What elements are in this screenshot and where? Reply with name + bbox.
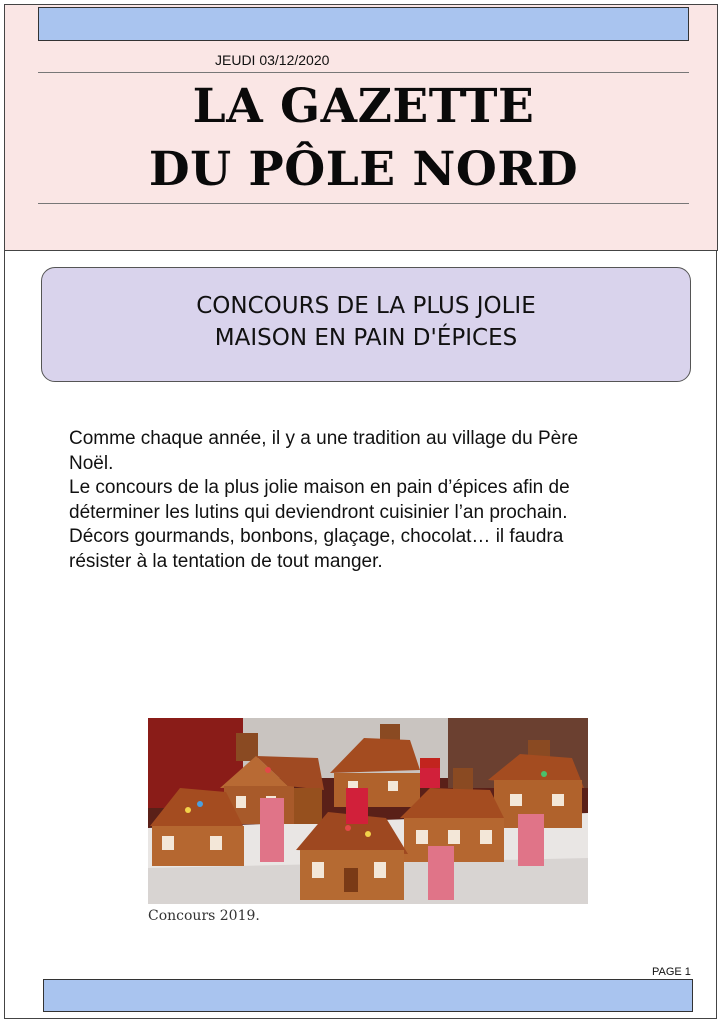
article-body-line: Décors gourmands, bonbons, glaçage, choc… [69,526,564,547]
article-body-line: déterminer les lutins qui deviendront cu… [69,501,568,523]
top-banner-bar [38,7,689,41]
article-body-line: Comme chaque année, il y a une tradition… [69,428,579,449]
newspaper-title-line1: LA GAZETTE [192,79,535,134]
issue-date: JEUDI 03/12/2020 [215,52,330,68]
article-body-line: résister à la tentation de tout manger. [69,550,383,572]
newspaper-title-line2: DU PÔLE NORD [148,142,579,197]
photo-caption: Concours 2019. [148,908,260,924]
gingerbread-houses-photo [148,718,588,904]
article-headline-line2: MAISON EN PAIN D'ÉPICES [214,325,518,351]
article-body-line: Noël. [69,452,114,474]
article-body-line: Le concours de la plus jolie maison en p… [69,477,570,498]
article-headline-line1: CONCOURS DE LA PLUS JOLIE [196,293,536,319]
header-rule-bottom [38,203,689,204]
bottom-banner-bar [43,979,693,1012]
page-number: PAGE 1 [652,966,691,978]
header-rule-top [38,72,689,73]
